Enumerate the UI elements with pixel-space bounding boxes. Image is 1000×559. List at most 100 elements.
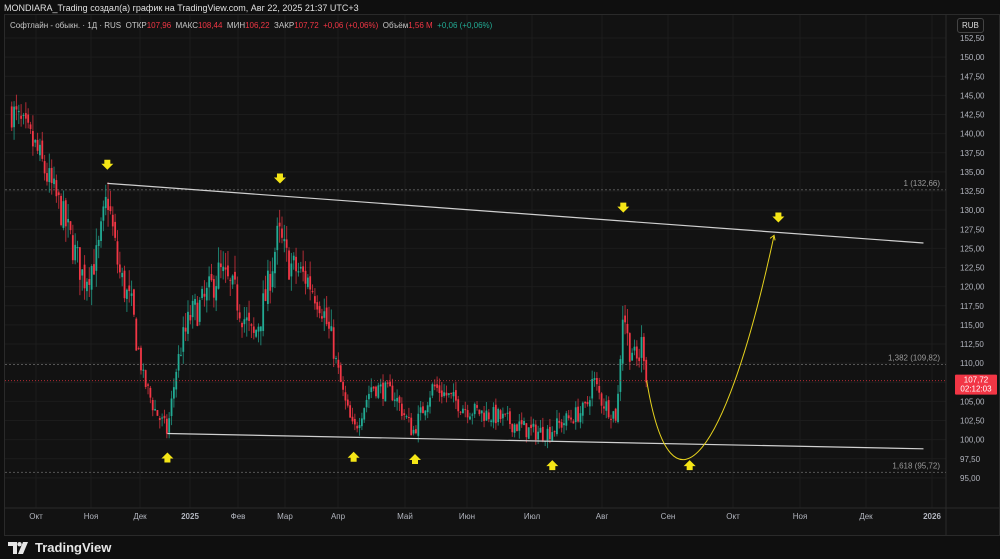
candle bbox=[539, 419, 542, 433]
candle-body bbox=[473, 403, 476, 415]
candle-body bbox=[523, 420, 525, 426]
candle bbox=[572, 419, 575, 424]
candle-body bbox=[281, 228, 283, 238]
y-tick-label: 102,50 bbox=[960, 417, 985, 426]
candle-body bbox=[476, 405, 478, 408]
candle-body bbox=[490, 420, 493, 422]
candle-body bbox=[436, 384, 438, 388]
candle bbox=[440, 381, 443, 404]
candle-body bbox=[605, 401, 608, 411]
candle bbox=[464, 401, 467, 418]
fib-level-label: 1,618 (95,72) bbox=[892, 461, 940, 470]
candle bbox=[180, 347, 182, 357]
candle-body bbox=[55, 180, 58, 197]
candle bbox=[605, 395, 608, 419]
candle bbox=[250, 323, 253, 338]
candle bbox=[398, 395, 401, 411]
candle-body bbox=[194, 298, 196, 305]
candle-body bbox=[219, 263, 222, 268]
candle-body bbox=[215, 286, 218, 301]
candle bbox=[83, 255, 86, 300]
resistance-trendline bbox=[107, 182, 924, 244]
candle-body bbox=[353, 418, 356, 425]
candle-body bbox=[356, 425, 359, 429]
candle bbox=[356, 421, 359, 433]
candle bbox=[520, 412, 523, 428]
candle bbox=[241, 321, 243, 338]
candle-body bbox=[631, 352, 634, 361]
candle bbox=[584, 400, 587, 408]
candle-body bbox=[306, 277, 309, 288]
candle bbox=[302, 250, 305, 282]
candle bbox=[86, 278, 88, 301]
candle-body bbox=[497, 409, 500, 423]
candle bbox=[118, 251, 121, 279]
open-value: 107,96 bbox=[146, 21, 172, 30]
candle bbox=[88, 267, 91, 298]
candle-body bbox=[551, 432, 554, 441]
candle-body bbox=[311, 291, 314, 293]
y-tick-label: 142,50 bbox=[960, 111, 985, 120]
candle-body bbox=[600, 393, 603, 406]
candle-body bbox=[403, 413, 406, 416]
candle bbox=[410, 413, 413, 436]
candle bbox=[447, 393, 450, 398]
candle-body bbox=[142, 369, 145, 371]
candle-body bbox=[271, 271, 274, 288]
candle-body bbox=[478, 409, 481, 415]
candle-body bbox=[487, 412, 490, 420]
candle-body bbox=[574, 407, 577, 423]
projection-curve bbox=[646, 235, 775, 461]
candle bbox=[67, 204, 70, 238]
candle-body bbox=[624, 315, 626, 323]
candle-body bbox=[116, 241, 119, 265]
y-tick-label: 122,50 bbox=[960, 264, 985, 273]
candle bbox=[55, 174, 58, 203]
candle bbox=[53, 166, 55, 189]
candle-body bbox=[295, 256, 297, 272]
candle-body bbox=[440, 390, 443, 397]
candle-body bbox=[415, 429, 417, 434]
candle-body bbox=[248, 312, 250, 321]
candle-body bbox=[299, 266, 302, 269]
candle-body bbox=[379, 384, 382, 387]
candle bbox=[633, 339, 636, 356]
candle bbox=[462, 405, 464, 414]
candle bbox=[137, 346, 140, 350]
candle bbox=[436, 376, 438, 392]
candle bbox=[81, 269, 84, 291]
symbol-name[interactable]: Софтлайн - обыкн. · 1Д · RUS bbox=[10, 21, 121, 30]
candle bbox=[360, 412, 363, 431]
candle bbox=[349, 401, 352, 418]
y-tick-label: 112,50 bbox=[960, 340, 984, 349]
candle bbox=[607, 396, 610, 420]
candle bbox=[31, 115, 34, 156]
x-tick-label: Ноя bbox=[84, 512, 99, 521]
candle-body bbox=[546, 428, 549, 441]
candle bbox=[175, 368, 178, 398]
candle bbox=[415, 425, 417, 435]
candle-body bbox=[548, 426, 551, 440]
candle bbox=[196, 296, 199, 327]
currency-button[interactable]: RUB bbox=[957, 18, 984, 33]
candle-body bbox=[443, 392, 446, 396]
candle-body bbox=[480, 410, 483, 414]
candle-body bbox=[154, 409, 156, 411]
candle-body bbox=[60, 195, 62, 226]
candle-body bbox=[321, 316, 323, 319]
candle bbox=[588, 396, 591, 415]
candle-body bbox=[278, 222, 281, 227]
volume-value: 1,56 M bbox=[408, 21, 433, 30]
candle-body bbox=[161, 417, 164, 419]
candle bbox=[365, 395, 368, 413]
price-chart[interactable]: 152,50 150,00 147,50 145,00 142,50 140,00 137,… bbox=[0, 0, 1000, 536]
candle bbox=[579, 406, 582, 429]
candle bbox=[598, 377, 601, 400]
candle bbox=[318, 301, 321, 319]
candle-body bbox=[485, 410, 488, 421]
candle-body bbox=[619, 359, 622, 392]
candle-body bbox=[516, 424, 518, 432]
candle-body bbox=[43, 161, 46, 174]
candle-body bbox=[292, 255, 295, 261]
candle-body bbox=[118, 264, 121, 273]
